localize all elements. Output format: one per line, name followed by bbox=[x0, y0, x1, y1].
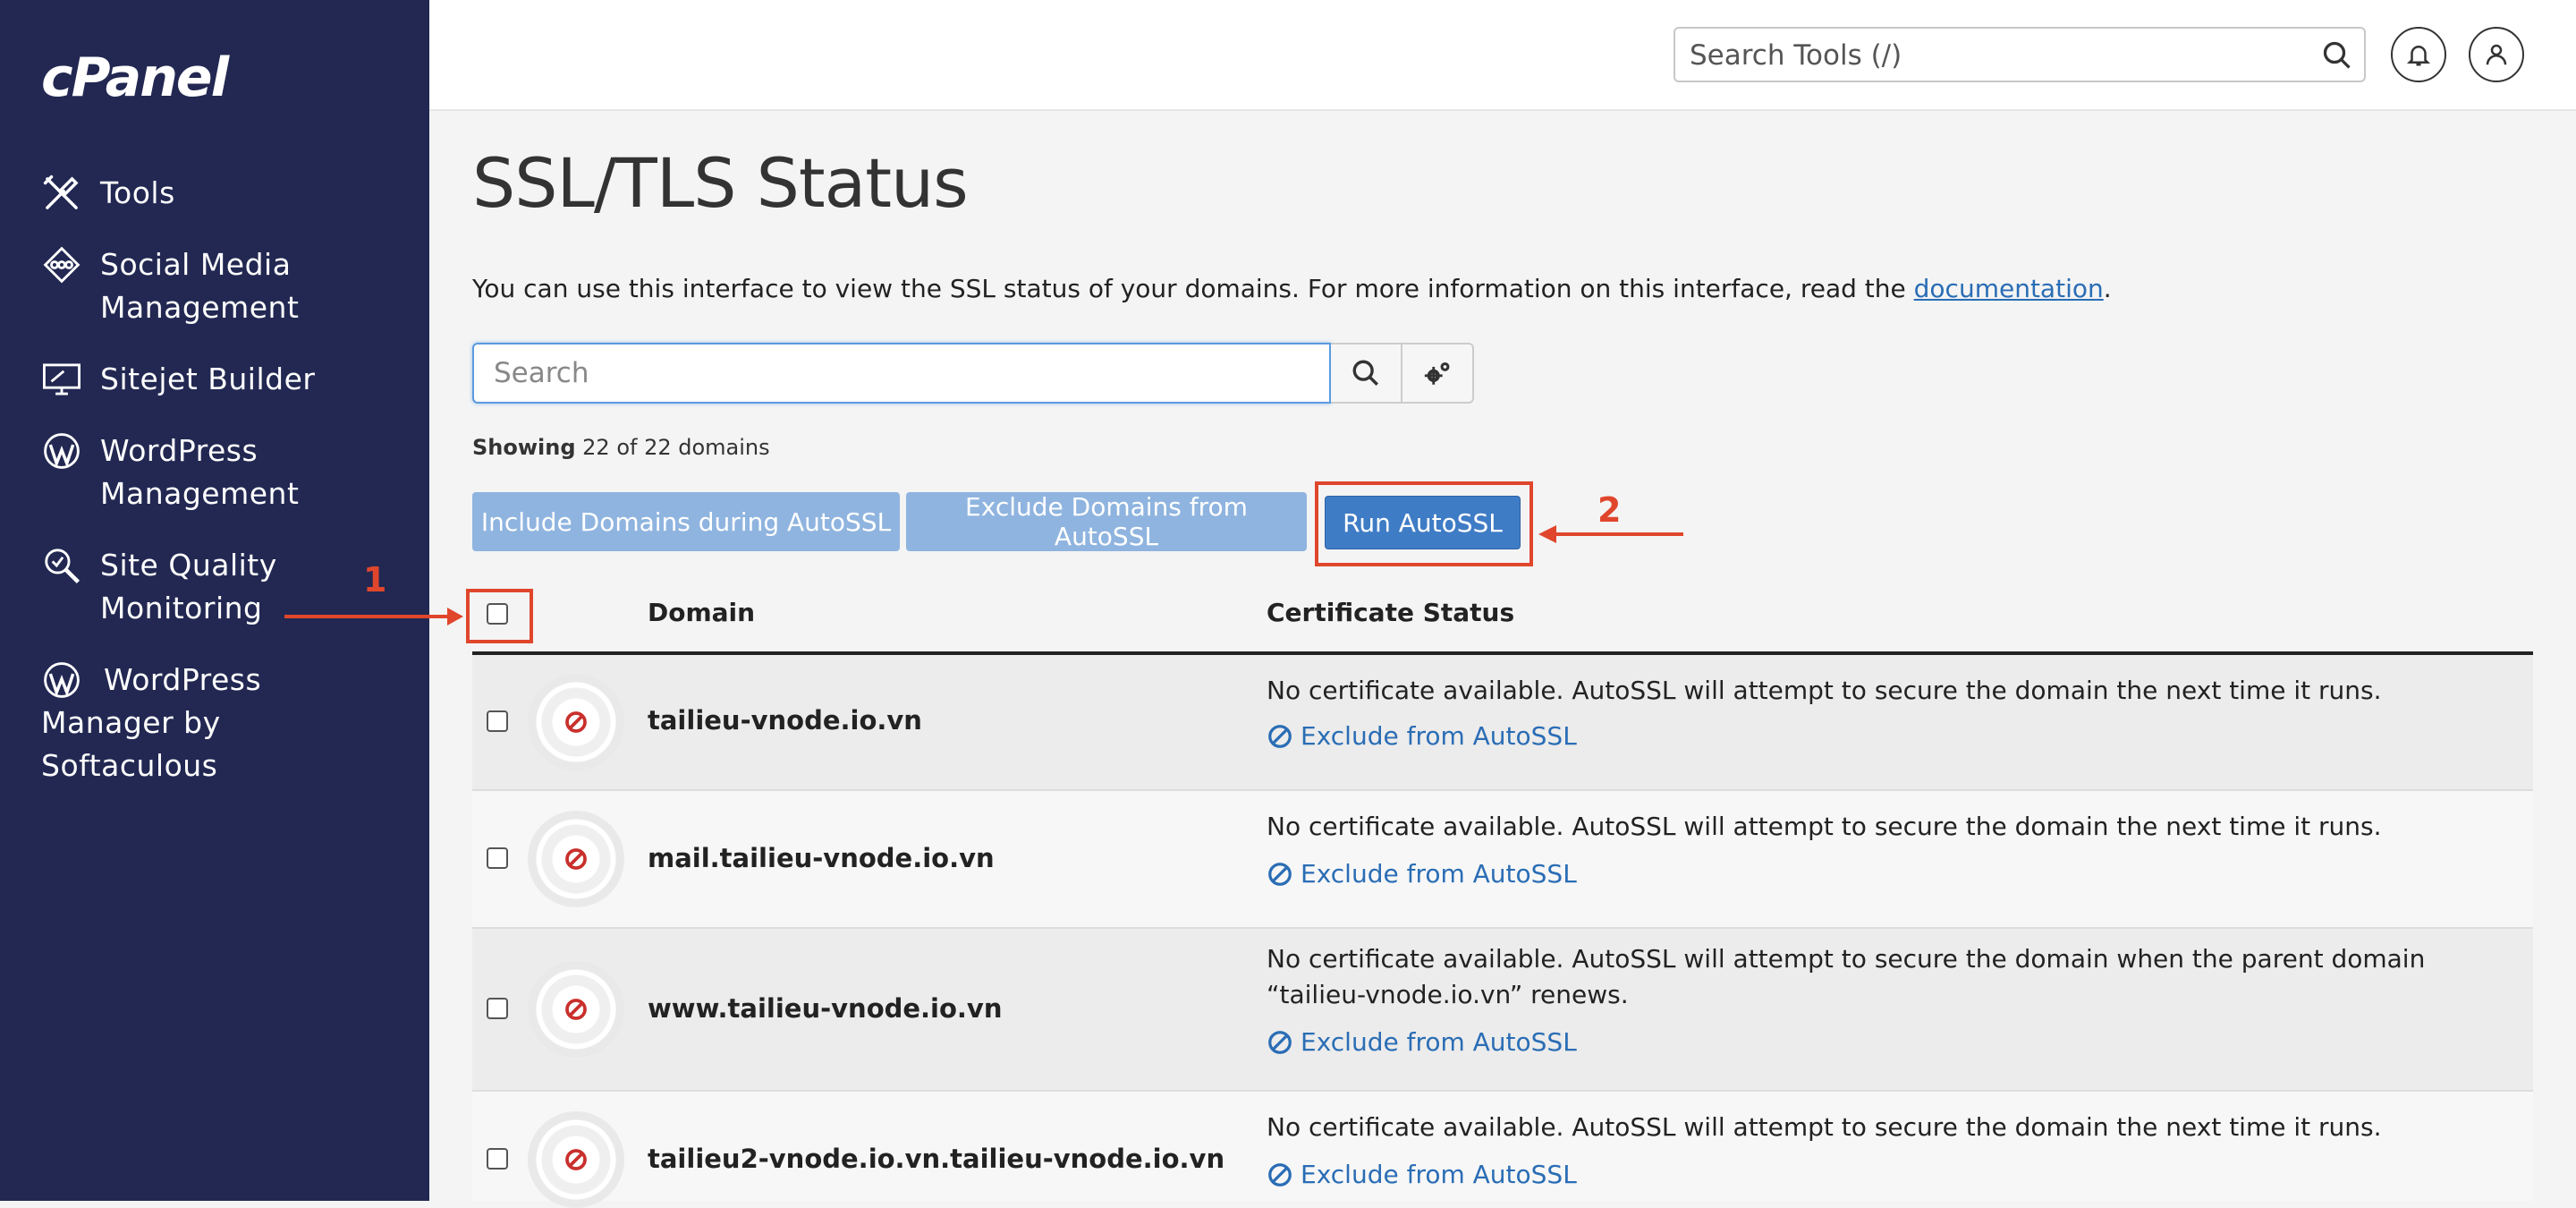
intro-text: You can use this interface to view the S… bbox=[472, 274, 2112, 303]
sidebar-item-sitejet[interactable]: Sitejet Builder bbox=[41, 358, 315, 401]
no-certificate-icon bbox=[565, 999, 587, 1020]
status-icon bbox=[528, 1111, 624, 1208]
table-header: Domain Certificate Status bbox=[472, 582, 2533, 655]
domain-name: tailieu2-vnode.io.vn.tailieu-vnode.io.vn bbox=[648, 1144, 1225, 1174]
domain-search-input[interactable] bbox=[472, 343, 1331, 404]
sidebar-item-site-quality[interactable]: Site Quality Monitoring bbox=[41, 544, 277, 630]
intro-text-end: . bbox=[2103, 274, 2112, 303]
sidebar-item-label: Social Media Management bbox=[100, 247, 300, 325]
table-row: mail.tailieu-vnode.io.vn No certificate … bbox=[472, 791, 2533, 929]
row-checkbox[interactable] bbox=[487, 998, 508, 1019]
sidebar-item-wordpress-management[interactable]: WordPress Management bbox=[41, 430, 299, 515]
table-row: tailieu-vnode.io.vn No certificate avail… bbox=[472, 655, 2533, 791]
search-button[interactable] bbox=[1331, 343, 1402, 404]
domain-name: mail.tailieu-vnode.io.vn bbox=[648, 843, 995, 873]
documentation-link[interactable]: documentation bbox=[1914, 274, 2104, 303]
include-domains-button[interactable]: Include Domains during AutoSSL bbox=[472, 492, 900, 551]
ban-icon bbox=[1268, 1030, 1292, 1054]
cpanel-logo[interactable]: cPanel bbox=[41, 47, 229, 109]
ban-icon bbox=[1268, 862, 1292, 886]
sidebar: cPanel Tools Social Media Management Sit… bbox=[0, 0, 429, 1201]
row-checkbox[interactable] bbox=[487, 847, 508, 869]
wordpress-icon bbox=[41, 430, 88, 472]
site-quality-icon bbox=[41, 544, 88, 587]
exclude-from-autossl-link[interactable]: Exclude from AutoSSL bbox=[1267, 1160, 1577, 1189]
exclude-link-label: Exclude from AutoSSL bbox=[1301, 1027, 1577, 1057]
table-row: www.tailieu-vnode.io.vn No certificate a… bbox=[472, 929, 2533, 1092]
top-header bbox=[429, 0, 2576, 111]
column-header-status[interactable]: Certificate Status bbox=[1267, 598, 1514, 627]
no-certificate-icon bbox=[565, 711, 587, 733]
sidebar-item-label: Sitejet Builder bbox=[100, 362, 316, 396]
table-row: tailieu2-vnode.io.vn.tailieu-vnode.io.vn… bbox=[472, 1092, 2533, 1208]
social-media-icon bbox=[41, 243, 88, 286]
search-tools-input[interactable] bbox=[1688, 34, 2300, 77]
column-header-domain[interactable]: Domain bbox=[648, 598, 755, 627]
notifications-button[interactable] bbox=[2391, 27, 2446, 82]
certificate-status: No certificate available. AutoSSL will a… bbox=[1267, 944, 2426, 1009]
domain-name: tailieu-vnode.io.vn bbox=[648, 705, 922, 736]
sidebar-item-tools[interactable]: Tools bbox=[41, 172, 175, 215]
user-menu-button[interactable] bbox=[2469, 27, 2524, 82]
certificate-status: No certificate available. AutoSSL will a… bbox=[1267, 676, 2382, 705]
exclude-from-autossl-link[interactable]: Exclude from AutoSSL bbox=[1267, 859, 1577, 889]
no-certificate-icon bbox=[565, 1149, 587, 1170]
exclude-link-label: Exclude from AutoSSL bbox=[1301, 721, 1577, 751]
page-title: SSL/TLS Status bbox=[472, 143, 969, 223]
sidebar-item-social-media[interactable]: Social Media Management bbox=[41, 243, 299, 329]
ban-icon bbox=[1268, 1162, 1292, 1187]
exclude-from-autossl-link[interactable]: Exclude from AutoSSL bbox=[1267, 721, 1577, 751]
search-icon bbox=[1352, 360, 1378, 386]
intro-text-body: You can use this interface to view the S… bbox=[472, 274, 1914, 303]
gears-icon bbox=[1424, 362, 1450, 385]
domain-search-row bbox=[472, 343, 1474, 404]
sidebar-item-label: Tools bbox=[100, 175, 175, 210]
exclude-from-autossl-link[interactable]: Exclude from AutoSSL bbox=[1267, 1027, 1577, 1057]
certificate-status: No certificate available. AutoSSL will a… bbox=[1267, 812, 2382, 841]
showing-value: 22 of 22 domains bbox=[575, 435, 770, 460]
row-checkbox[interactable] bbox=[487, 710, 508, 732]
select-all-checkbox[interactable] bbox=[487, 603, 508, 625]
annotation-highlight-run-autossl bbox=[1315, 481, 1533, 566]
status-icon bbox=[528, 811, 624, 907]
exclude-link-label: Exclude from AutoSSL bbox=[1301, 859, 1577, 889]
bell-icon bbox=[2406, 46, 2431, 66]
status-icon bbox=[528, 961, 624, 1058]
sidebar-item-label: Site Quality Monitoring bbox=[100, 548, 277, 625]
showing-count: Showing 22 of 22 domains bbox=[472, 435, 770, 460]
row-checkbox[interactable] bbox=[487, 1148, 508, 1170]
settings-button[interactable] bbox=[1402, 343, 1474, 404]
annotation-number-2: 2 bbox=[1597, 490, 1622, 530]
sidebar-item-label: WordPress Manager by Softaculous bbox=[41, 662, 262, 783]
annotation-number-1: 1 bbox=[363, 560, 387, 600]
domain-name: www.tailieu-vnode.io.vn bbox=[648, 993, 1003, 1024]
search-icon[interactable] bbox=[2321, 39, 2353, 72]
tool-search bbox=[1674, 27, 2366, 82]
no-certificate-icon bbox=[565, 848, 587, 870]
certificate-status: No certificate available. AutoSSL will a… bbox=[1267, 1112, 2382, 1142]
exclude-domains-button[interactable]: Exclude Domains from AutoSSL bbox=[906, 492, 1307, 551]
tools-icon bbox=[41, 172, 88, 215]
ban-icon bbox=[1268, 724, 1292, 748]
status-icon bbox=[528, 674, 624, 770]
exclude-link-label: Exclude from AutoSSL bbox=[1301, 1160, 1577, 1189]
sitejet-icon bbox=[41, 358, 88, 401]
user-icon bbox=[2486, 44, 2507, 65]
sidebar-item-wordpress-softaculous[interactable]: WordPress Manager by Softaculous bbox=[41, 659, 261, 787]
showing-label: Showing bbox=[472, 435, 576, 460]
sidebar-item-label: WordPress Management bbox=[100, 433, 300, 511]
